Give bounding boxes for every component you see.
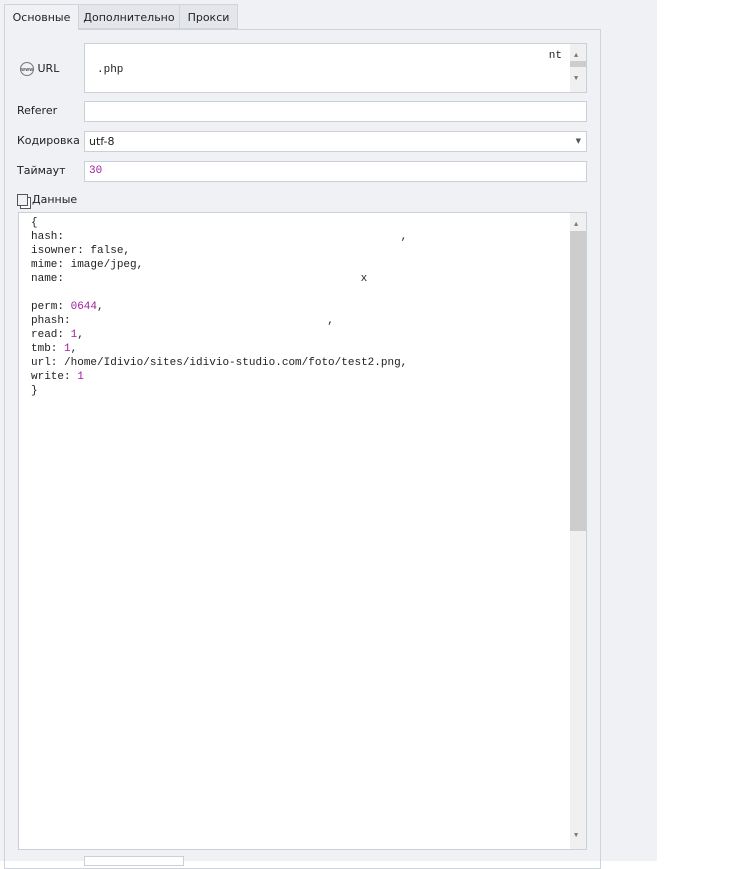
data-key: name: xyxy=(31,273,71,285)
url-label: www URL xyxy=(20,62,59,76)
data-label: Данные xyxy=(17,193,77,206)
url-line-2: .php xyxy=(97,64,124,76)
data-line: tmb: 1, xyxy=(31,343,78,355)
data-line xyxy=(31,286,407,300)
data-line: name: x xyxy=(31,272,407,286)
data-line: phash: , xyxy=(31,314,407,328)
tab-main[interactable]: Основные xyxy=(4,4,79,30)
data-value: 1 xyxy=(77,371,84,383)
url-line-1: nt xyxy=(548,50,562,62)
url-scrollbar[interactable]: ▲ ▼ xyxy=(570,44,586,92)
data-textarea[interactable]: {hash: , isowner: false, mime: image/jpeg,… xyxy=(18,212,587,850)
data-key: write: xyxy=(31,371,78,383)
data-content: {hash: , isowner: false, mime: image/jpeg,… xyxy=(31,216,407,398)
referer-label: Referer xyxy=(17,104,58,117)
data-value: image/jpeg, xyxy=(70,259,144,271)
data-key: url: xyxy=(31,357,65,369)
data-line: perm: 0644, xyxy=(31,301,104,313)
data-value: 1 xyxy=(64,343,71,355)
data-key: } xyxy=(31,385,38,397)
data-line: { xyxy=(31,216,407,230)
data-key: phash: xyxy=(31,315,78,327)
timeout-label: Таймаут xyxy=(17,164,66,177)
data-scrollbar[interactable]: ▲ ▼ xyxy=(570,213,586,849)
data-line: mime: image/jpeg, xyxy=(31,258,407,272)
data-value: x xyxy=(360,273,368,285)
data-line: url: /home/Idivio/sites/idivio-studio.co… xyxy=(31,356,407,370)
tab-advanced[interactable]: Дополнительно xyxy=(78,4,180,29)
url-label-text: URL xyxy=(37,62,60,75)
encoding-select[interactable]: utf-8 ▼ xyxy=(84,131,587,152)
data-key: isowner: xyxy=(31,245,91,257)
data-key: { xyxy=(31,217,38,229)
tab-proxy[interactable]: Прокси xyxy=(179,4,238,29)
url-input[interactable]: nt .php ▲ ▼ xyxy=(84,43,587,93)
data-value: 0644 xyxy=(70,301,98,313)
data-line: write: 1 xyxy=(31,370,407,384)
data-value: , xyxy=(327,315,334,327)
data-value: , xyxy=(400,231,408,243)
chevron-down-icon[interactable]: ▼ xyxy=(576,132,581,151)
www-icon: www xyxy=(20,62,34,76)
encoding-label: Кодировка xyxy=(17,134,80,147)
data-line: isowner: false, xyxy=(31,244,407,258)
encoding-value: utf-8 xyxy=(89,135,115,148)
data-line: } xyxy=(31,384,407,398)
scrollbar-thumb[interactable] xyxy=(570,231,586,531)
data-line: read: 1, xyxy=(31,329,84,341)
data-value: /home/Idivio/sites/idivio-studio.com/fot… xyxy=(64,357,408,369)
referer-input[interactable] xyxy=(84,101,587,122)
data-label-text: Данные xyxy=(32,193,78,206)
data-key: hash: xyxy=(31,231,71,243)
data-key: read: xyxy=(31,329,71,341)
bottom-input[interactable] xyxy=(84,856,184,866)
copy-icon xyxy=(17,194,28,206)
data-line: hash: , xyxy=(31,230,407,244)
data-value: false, xyxy=(90,245,131,257)
timeout-input[interactable]: 30 xyxy=(84,161,587,182)
data-key: perm: xyxy=(31,301,71,313)
data-key: tmb: xyxy=(31,343,65,355)
data-key: mime: xyxy=(31,259,71,271)
